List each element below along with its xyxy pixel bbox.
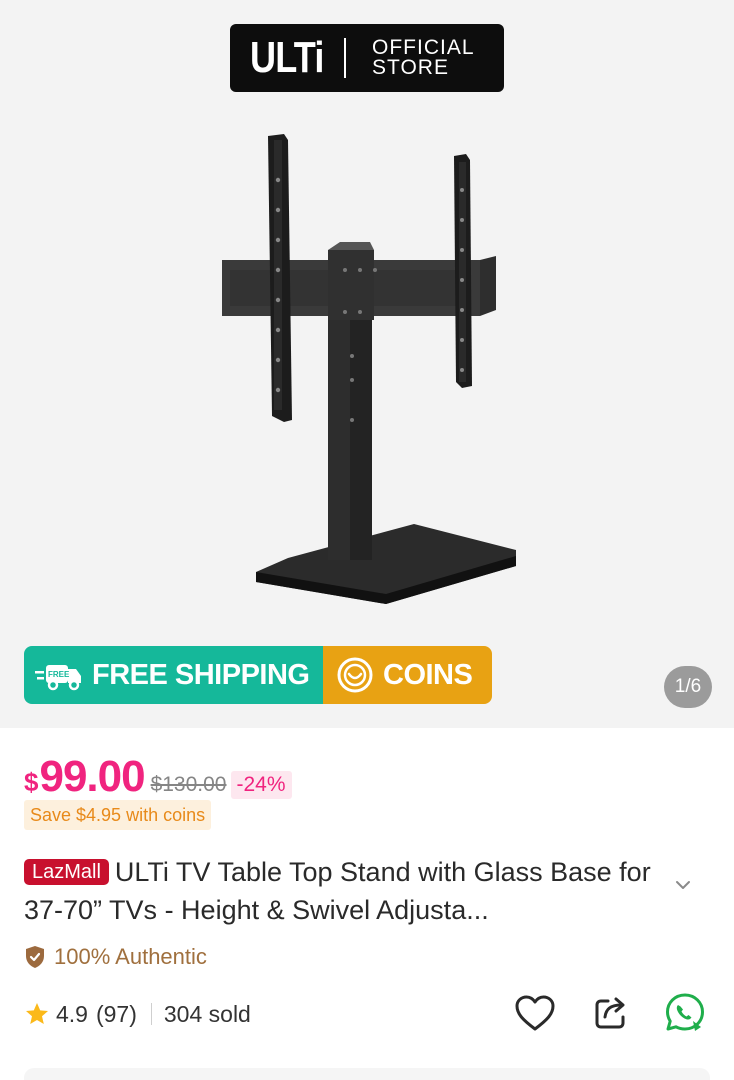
store-divider [344,38,346,78]
rating-row[interactable]: 4.9 (97) 304 sold [24,996,251,1032]
rating-value: 4.9 [56,1000,88,1027]
coins-label: COINS [383,658,473,691]
lazmall-badge: LazMall [24,859,109,885]
price-row: $ 99.00 $130.00 -24% [24,752,292,802]
authentic-guarantee[interactable]: 100% Authentic [24,942,207,972]
product-title: LazMall ULTi TV Table Top Stand with Glas… [24,853,664,929]
free-shipping-label: FREE SHIPPING [92,658,310,691]
coins-section: COINS [323,646,492,704]
price-currency: $ [24,767,39,797]
free-shipping-truck-icon: FREE [35,665,81,691]
store-logo: ULTi [250,33,324,82]
whatsapp-share-button[interactable] [662,992,708,1034]
official-store-badge: ULTi OFFICIAL STORE [230,24,504,92]
coins-savings-tag[interactable]: Save $4.95 with coins [24,800,212,830]
current-price: 99.00 [39,752,145,801]
coin-icon [337,657,373,693]
share-button[interactable] [588,992,634,1034]
rating-count: (97) [95,1000,137,1027]
star-icon [26,1003,48,1024]
next-section-card [24,1068,710,1080]
svg-text:FREE: FREE [48,670,70,679]
image-page-counter: 1/6 [664,666,712,708]
discount-badge: -24% [230,771,292,799]
sold-count: 304 sold [163,1000,251,1027]
rating-divider [150,1003,152,1025]
heart-icon [515,995,555,1031]
product-image-gallery[interactable]: ULTi OFFICIAL STORE FREE FREE SHIPPING C… [0,0,734,728]
shield-check-icon [26,946,44,968]
chevron-down-icon[interactable] [674,876,692,894]
shipping-coins-banner: FREE FREE SHIPPING COINS [24,646,492,704]
original-price: $130.00 [150,773,227,796]
whatsapp-icon [666,993,704,1031]
product-title-text: ULTi TV Table Top Stand with Glass Base … [24,857,651,925]
share-icon [595,997,625,1029]
free-shipping-section: FREE FREE SHIPPING [24,646,323,704]
store-label: OFFICIAL STORE [372,36,475,79]
product-image-tv-stand [222,134,516,604]
authentic-label: 100% Authentic [54,944,207,969]
wishlist-button[interactable] [512,992,558,1034]
